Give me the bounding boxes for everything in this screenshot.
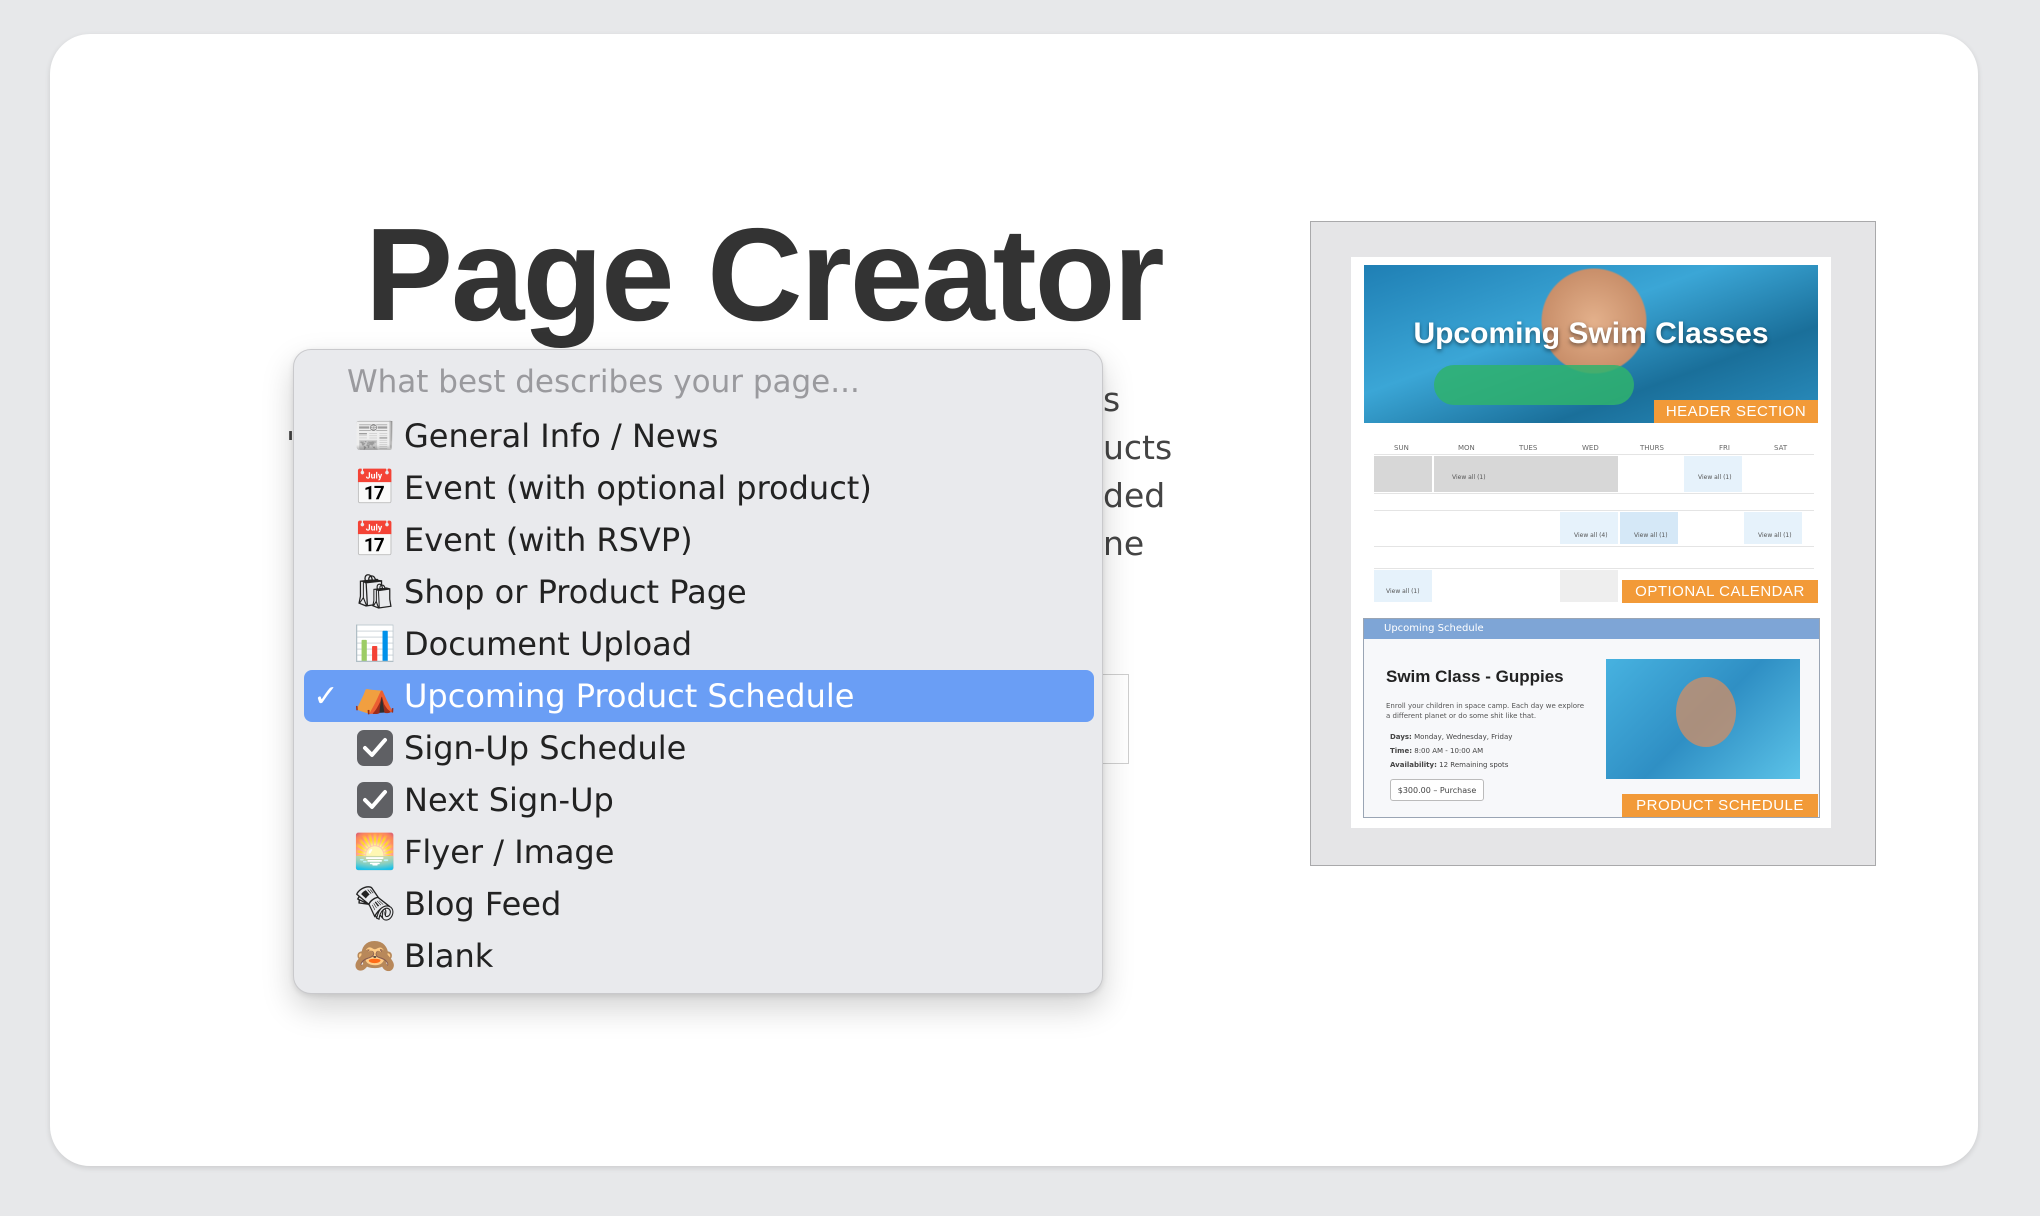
schedule-bar: Upcoming Schedule — [1364, 619, 1819, 639]
dropdown-item-label: General Info / News — [404, 417, 719, 455]
preview-calendar: SUN MON TUES WED THURS FRI SAT View all … — [1364, 436, 1818, 604]
dropdown-item-label: Event (with RSVP) — [404, 521, 693, 559]
dropdown-item-upcoming-product-schedule[interactable]: ✓ ⛺ Upcoming Product Schedule — [304, 670, 1094, 722]
page-type-dropdown[interactable]: What best describes your page... 📰 Gener… — [293, 349, 1103, 994]
bar-chart-icon: 📊 — [353, 624, 397, 664]
family-swim-photo — [1606, 659, 1800, 779]
dropdown-item-general-info[interactable]: 📰 General Info / News — [304, 410, 1094, 462]
schedule-title: Swim Class - Guppies — [1386, 667, 1564, 686]
dropdown-item-blank[interactable]: 🙈 Blank — [304, 930, 1094, 982]
weekday-label: MON — [1458, 444, 1475, 452]
checkbox-icon — [357, 782, 393, 818]
page-title: Page Creator — [365, 201, 1165, 348]
view-all-link: View all (1) — [1698, 474, 1732, 481]
header-section-tag: HEADER SECTION — [1654, 400, 1818, 423]
dropdown-item-event-optional-product[interactable]: 📅 Event (with optional product) — [304, 462, 1094, 514]
dropdown-item-label: Next Sign-Up — [404, 781, 614, 819]
preview-hero-title: Upcoming Swim Classes — [1413, 317, 1769, 350]
dropdown-placeholder: What best describes your page... — [347, 364, 860, 400]
view-all-link: View all (1) — [1758, 532, 1792, 539]
dropdown-item-label: Document Upload — [404, 625, 693, 663]
dropdown-item-signup-schedule[interactable]: Sign-Up Schedule — [304, 722, 1094, 774]
description-fragment: ded — [1103, 476, 1166, 515]
dropdown-item-shop[interactable]: 🛍 Shop or Product Page — [304, 566, 1094, 618]
calendar-day — [1374, 456, 1432, 492]
dropdown-item-event-rsvp[interactable]: 📅 Event (with RSVP) — [304, 514, 1094, 566]
dropdown-item-label: Blank — [404, 937, 494, 975]
dropdown-item-label: Sign-Up Schedule — [404, 729, 687, 767]
view-all-link: View all (1) — [1634, 532, 1668, 539]
view-all-link: View all (1) — [1386, 588, 1420, 595]
calendar-icon: 📅 — [353, 468, 397, 508]
calendar-event — [1374, 570, 1432, 602]
optional-calendar-tag: OPTIONAL CALENDAR — [1622, 580, 1818, 603]
dropdown-item-label: Event (with optional product) — [404, 469, 872, 507]
tent-icon: ⛺ — [353, 676, 397, 716]
calendar-event — [1560, 512, 1618, 544]
weekday-label: WED — [1582, 444, 1599, 452]
calendar-day — [1560, 570, 1618, 602]
weekday-label: THURS — [1640, 444, 1664, 452]
product-schedule-tag: PRODUCT SCHEDULE — [1622, 794, 1818, 817]
rolled-newspaper-icon: 🗞 — [353, 884, 397, 924]
weekday-label: FRI — [1719, 444, 1730, 452]
weekday-label: TUES — [1519, 444, 1538, 452]
dropdown-item-label: Blog Feed — [404, 885, 562, 923]
checkmark-icon: ✓ — [313, 678, 339, 714]
weekday-label: SUN — [1394, 444, 1409, 452]
monkey-icon: 🙈 — [353, 936, 397, 976]
schedule-time: Time: 8:00 AM - 10:00 AM — [1390, 747, 1484, 755]
weekday-label: SAT — [1774, 444, 1788, 452]
calendar-icon: 📅 — [353, 520, 397, 560]
shopping-bags-icon: 🛍 — [353, 572, 397, 612]
preview-product-schedule: Upcoming Schedule Swim Class - Guppies E… — [1363, 618, 1820, 818]
dropdown-item-label: Upcoming Product Schedule — [404, 677, 855, 715]
dropdown-item-label: Shop or Product Page — [404, 573, 747, 611]
kickboard-shape — [1434, 365, 1634, 405]
description-fragment: ne — [1103, 524, 1145, 563]
checkbox-icon — [357, 730, 393, 766]
schedule-availability: Availability: 12 Remaining spots — [1390, 761, 1509, 769]
dropdown-item-next-signup[interactable]: Next Sign-Up — [304, 774, 1094, 826]
schedule-description: Enroll your children in space camp. Each… — [1386, 702, 1585, 720]
dropdown-item-document-upload[interactable]: 📊 Document Upload — [304, 618, 1094, 670]
view-all-link: View all (1) — [1452, 474, 1486, 481]
dropdown-item-flyer-image[interactable]: 🌅 Flyer / Image — [304, 826, 1094, 878]
newspaper-icon: 📰 — [353, 416, 397, 456]
sunrise-icon: 🌅 — [353, 832, 397, 872]
view-all-link: View all (4) — [1574, 532, 1608, 539]
dropdown-item-blog-feed[interactable]: 🗞 Blog Feed — [304, 878, 1094, 930]
schedule-days: Days: Monday, Wednesday, Friday — [1390, 733, 1513, 741]
calendar-event — [1744, 512, 1802, 544]
description-fragment: s — [1103, 380, 1121, 419]
description-fragment: ucts — [1103, 428, 1173, 467]
purchase-button: $300.00 – Purchase — [1390, 779, 1484, 801]
dropdown-item-label: Flyer / Image — [404, 833, 615, 871]
calendar-event — [1620, 512, 1678, 544]
